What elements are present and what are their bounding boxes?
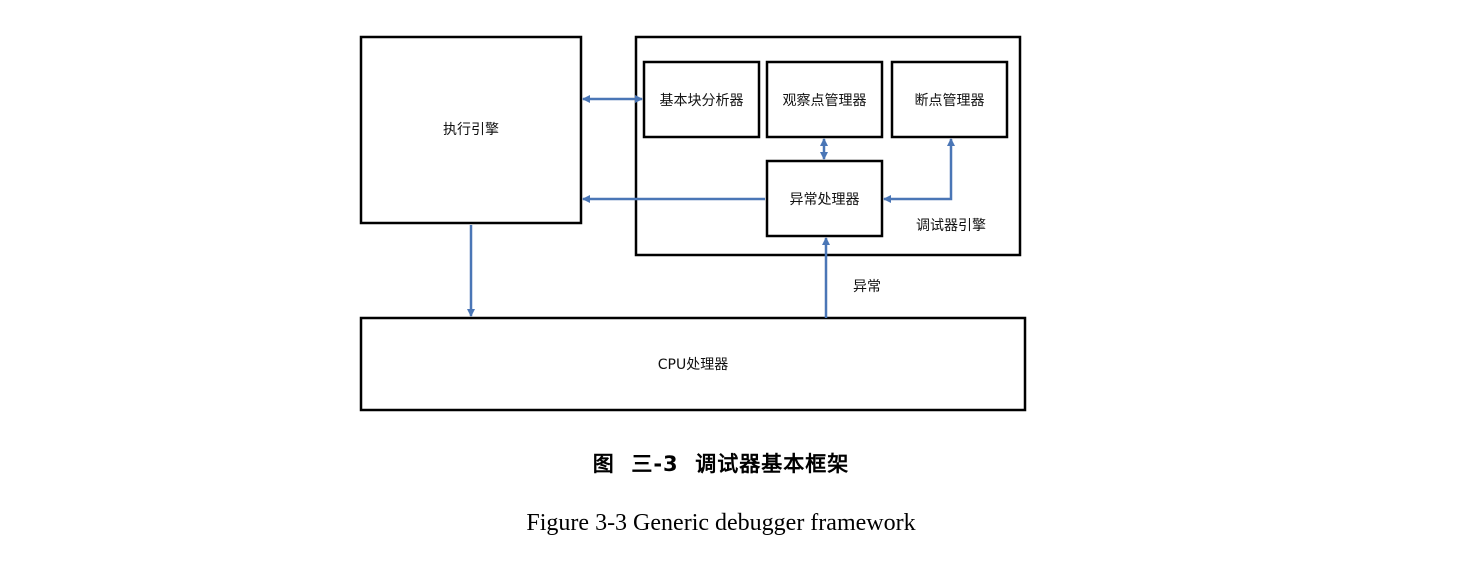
debugger-framework-diagram: 执行引擎 基本块分析器 观察点管理器 断点管理器 异常处理器 调试器引擎 异常 … bbox=[359, 35, 1027, 412]
figure-caption-english: Figure 3-3 Generic debugger framework bbox=[526, 510, 916, 536]
exception-edge-label: 异常 bbox=[853, 279, 881, 295]
figure-caption-chinese: 图 三-3 调试器基本框架 bbox=[592, 452, 850, 476]
cpu-processor-label: CPU处理器 bbox=[658, 357, 728, 373]
execution-engine-label: 执行引擎 bbox=[443, 122, 499, 138]
watchpoint-manager-label: 观察点管理器 bbox=[783, 92, 867, 109]
breakpoint-manager-label: 断点管理器 bbox=[915, 93, 985, 109]
debugger-engine-label: 调试器引擎 bbox=[916, 218, 986, 234]
basic-block-analyzer-label: 基本块分析器 bbox=[660, 92, 744, 109]
exception-handler-label: 异常处理器 bbox=[790, 192, 860, 208]
